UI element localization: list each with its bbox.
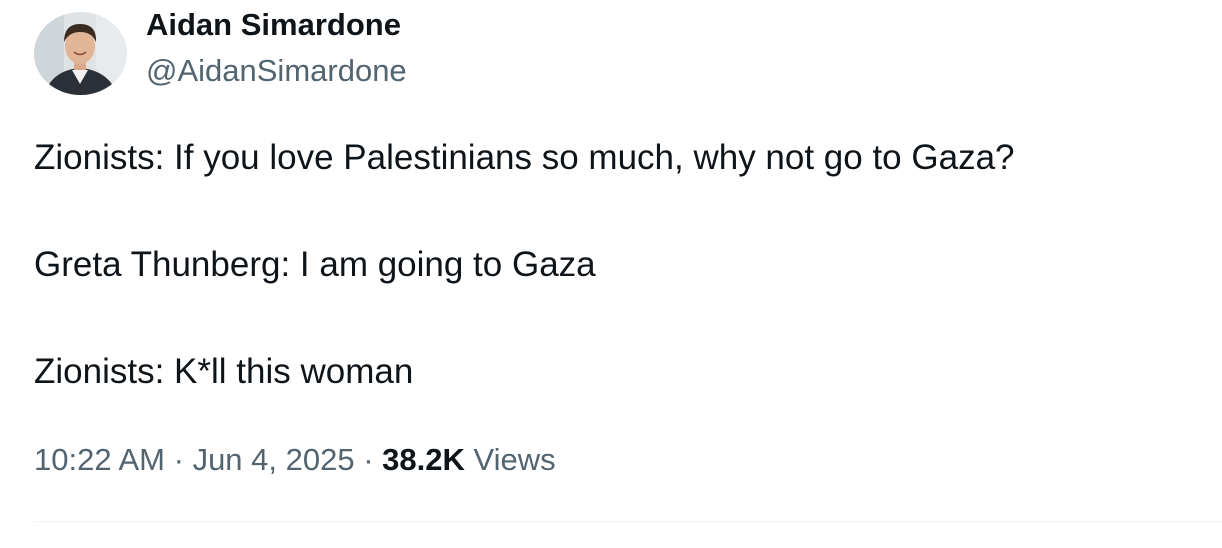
tweet-text-line: Greta Thunberg: I am going to Gaza — [34, 245, 596, 284]
views-label: Views — [473, 442, 556, 477]
tweet-time: 10:22 AM — [34, 442, 165, 477]
profile-photo-icon — [34, 12, 127, 95]
tweet-text-line: Zionists: If you love Palestinians so mu… — [34, 138, 1015, 177]
divider — [34, 521, 1222, 522]
author-display-name[interactable]: Aidan Simardone — [146, 6, 401, 44]
tweet-text: Zionists: If you love Palestinians so mu… — [34, 136, 1204, 394]
meta-separator: · — [173, 442, 184, 477]
tweet-metadata: 10:22 AM · Jun 4, 2025 · 38.2K Views — [34, 441, 556, 479]
tweet: Aidan Simardone @AidanSimardone Zionists… — [0, 0, 1222, 548]
author-handle[interactable]: @AidanSimardone — [146, 52, 407, 90]
meta-separator: · — [363, 442, 374, 477]
tweet-timestamp[interactable]: 10:22 AM · Jun 4, 2025 — [34, 442, 355, 477]
views-count: 38.2K — [382, 442, 465, 477]
tweet-text-line: Zionists: K*ll this woman — [34, 352, 414, 391]
tweet-date: Jun 4, 2025 — [192, 442, 355, 477]
author-avatar[interactable] — [34, 12, 127, 95]
tweet-views[interactable]: 38.2K Views — [382, 442, 556, 477]
